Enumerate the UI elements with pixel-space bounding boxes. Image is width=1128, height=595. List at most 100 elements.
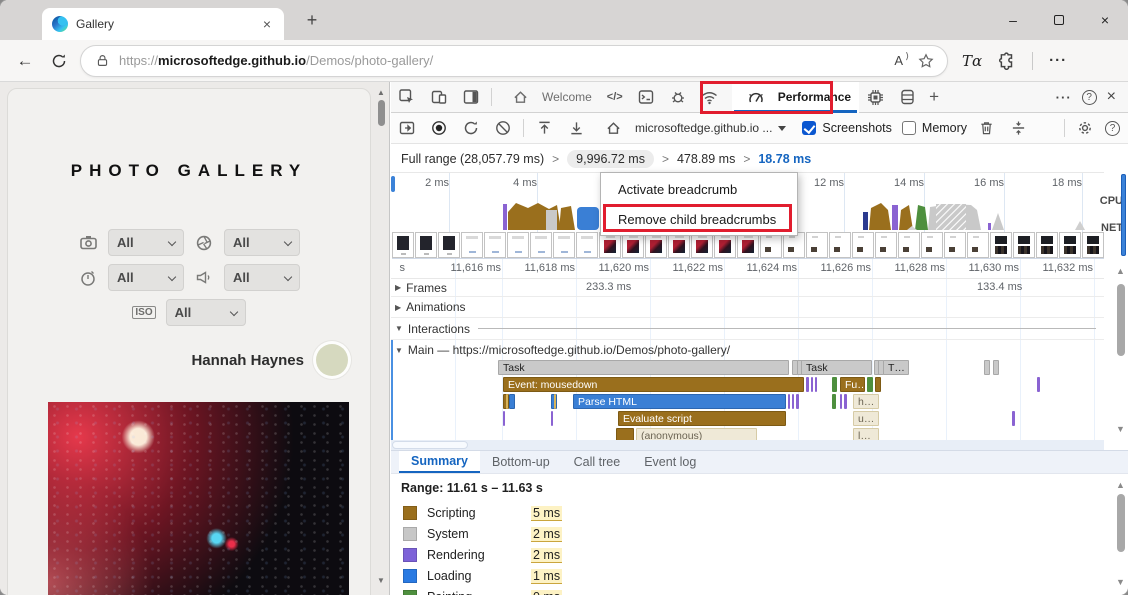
flame-bar[interactable] bbox=[840, 394, 842, 409]
track-frames[interactable]: ▶ Frames 233.3 ms 133.4 ms bbox=[391, 279, 1104, 297]
flame-bar[interactable] bbox=[792, 394, 794, 409]
screenshot-thumbnail[interactable] bbox=[944, 232, 966, 258]
scroll-down-icon[interactable]: ▼ bbox=[375, 576, 387, 585]
devtools-help-icon[interactable]: ? bbox=[1082, 90, 1097, 105]
breadcrumb-level2[interactable]: 478.89 ms bbox=[677, 152, 735, 166]
screenshot-thumbnail[interactable] bbox=[576, 232, 598, 258]
screenshot-thumbnail[interactable] bbox=[921, 232, 943, 258]
browser-tab-gallery[interactable]: Gallery × bbox=[42, 8, 284, 40]
track-main[interactable]: ▼ Main — https://microsoftedge.github.io… bbox=[391, 340, 1104, 360]
camera-filter-select[interactable]: All bbox=[108, 229, 184, 256]
network-wifi-icon[interactable] bbox=[701, 88, 719, 106]
clear-icon[interactable] bbox=[494, 119, 512, 137]
flame-bar[interactable] bbox=[993, 360, 999, 375]
trash-icon[interactable] bbox=[977, 119, 995, 137]
flame-bar[interactable] bbox=[616, 428, 634, 440]
perf-help-icon[interactable]: ? bbox=[1105, 121, 1120, 136]
flame-bar[interactable]: (anonymous) bbox=[636, 428, 757, 440]
back-button[interactable]: ← bbox=[10, 51, 40, 71]
screenshot-thumbnail[interactable] bbox=[484, 232, 506, 258]
screenshot-thumbnail[interactable] bbox=[1082, 232, 1104, 258]
settings-more-icon[interactable]: ··· bbox=[1049, 52, 1067, 69]
flame-bar[interactable] bbox=[832, 394, 836, 409]
flame-bar[interactable] bbox=[506, 394, 508, 409]
flame-bar[interactable]: Task bbox=[801, 360, 872, 375]
iso-filter-select[interactable]: All bbox=[166, 299, 246, 326]
scroll-thumb[interactable] bbox=[1117, 494, 1125, 552]
origin-select[interactable]: microsoftedge.github.io ... bbox=[635, 121, 786, 135]
flame-bar[interactable] bbox=[551, 411, 553, 426]
breadcrumb-level1[interactable]: 9,996.72 ms bbox=[567, 150, 654, 168]
menu-item-activate-breadcrumb[interactable]: Activate breadcrumb bbox=[601, 176, 797, 203]
maximize-button[interactable] bbox=[1036, 0, 1082, 40]
settings-gear-icon[interactable] bbox=[1076, 119, 1094, 137]
toggle-recording-view-icon[interactable] bbox=[398, 119, 416, 137]
legend-value[interactable]: 2 ms bbox=[531, 548, 562, 563]
devtools-more-icon[interactable]: ··· bbox=[1050, 90, 1078, 105]
flame-bar[interactable] bbox=[832, 377, 837, 392]
collapse-icon[interactable]: ▼ bbox=[395, 346, 403, 355]
screenshot-thumbnail[interactable] bbox=[990, 232, 1012, 258]
window-close-button[interactable]: × bbox=[1082, 0, 1128, 40]
scroll-thumb[interactable] bbox=[378, 100, 385, 126]
page-scrollbar[interactable]: ▲ ▼ bbox=[375, 84, 387, 593]
scroll-up-icon[interactable]: ▲ bbox=[1113, 266, 1128, 276]
aperture-filter-select[interactable]: All bbox=[224, 229, 300, 256]
legend-value[interactable]: 5 ms bbox=[531, 506, 562, 521]
flame-bar[interactable] bbox=[1037, 377, 1040, 392]
track-animations[interactable]: ▶ Animations bbox=[391, 297, 1104, 318]
scroll-up-icon[interactable]: ▲ bbox=[1113, 480, 1128, 490]
screenshot-thumbnail[interactable] bbox=[829, 232, 851, 258]
device-emulation-icon[interactable] bbox=[430, 88, 448, 106]
debugger-bug-icon[interactable] bbox=[669, 88, 687, 106]
screenshot-thumbnail[interactable] bbox=[898, 232, 920, 258]
track-interactions[interactable]: ▼ Interactions bbox=[391, 318, 1104, 340]
scroll-up-icon[interactable]: ▲ bbox=[375, 88, 387, 97]
minimize-button[interactable]: – bbox=[990, 0, 1036, 40]
flame-bar[interactable] bbox=[503, 411, 505, 426]
expand-icon[interactable]: ▶ bbox=[395, 303, 401, 312]
legend-value[interactable]: 0 ms bbox=[531, 590, 562, 595]
reload-record-icon[interactable] bbox=[462, 119, 480, 137]
gallery-photo[interactable] bbox=[48, 402, 349, 595]
avatar[interactable] bbox=[316, 344, 348, 376]
flame-bar[interactable]: Event: mousedown bbox=[503, 377, 804, 392]
scroll-down-icon[interactable]: ▼ bbox=[1113, 424, 1128, 434]
flame-bar[interactable] bbox=[811, 377, 813, 392]
breadcrumb-level3-active[interactable]: 18.78 ms bbox=[758, 152, 811, 166]
scroll-thumb[interactable] bbox=[1117, 284, 1125, 356]
screenshot-thumbnail[interactable] bbox=[507, 232, 529, 258]
tab-call-tree[interactable]: Call tree bbox=[562, 451, 633, 473]
cpu-chip-icon[interactable] bbox=[866, 88, 884, 106]
flame-bar[interactable]: T… bbox=[883, 360, 909, 375]
sources-code-icon[interactable]: </> bbox=[607, 88, 623, 106]
selection-handle-left[interactable] bbox=[391, 176, 395, 192]
load-profile-icon[interactable] bbox=[535, 119, 553, 137]
screenshot-thumbnail[interactable] bbox=[875, 232, 897, 258]
summary-scrollbar[interactable]: ▲ ▼ bbox=[1113, 474, 1128, 595]
tab-summary[interactable]: Summary bbox=[399, 451, 480, 473]
screenshot-thumbnail[interactable] bbox=[806, 232, 828, 258]
extensions-icon[interactable] bbox=[998, 52, 1016, 70]
save-profile-icon[interactable] bbox=[567, 119, 585, 137]
record-icon[interactable] bbox=[430, 119, 448, 137]
translate-icon[interactable]: Tα bbox=[962, 52, 982, 70]
console-icon[interactable] bbox=[637, 88, 655, 106]
tab-welcome[interactable]: Welcome bbox=[496, 82, 600, 113]
screenshot-thumbnail[interactable] bbox=[415, 232, 437, 258]
flame-bar[interactable]: Fu…l bbox=[840, 377, 865, 392]
flame-bar[interactable] bbox=[796, 394, 799, 409]
scroll-thumb[interactable] bbox=[392, 441, 468, 449]
devtools-close-icon[interactable]: × bbox=[1101, 88, 1122, 106]
flame-vertical-scrollbar[interactable]: ▲ ▼ bbox=[1113, 258, 1128, 440]
shutter-filter-select[interactable]: All bbox=[108, 264, 184, 291]
breadcrumb-root[interactable]: Full range (28,057.79 ms) bbox=[401, 152, 544, 166]
screenshot-thumbnail[interactable] bbox=[530, 232, 552, 258]
flame-bar[interactable] bbox=[788, 394, 790, 409]
flame-bar[interactable]: Evaluate script bbox=[618, 411, 786, 426]
legend-value[interactable]: 1 ms bbox=[531, 569, 562, 584]
tab-performance[interactable]: Performance bbox=[732, 82, 859, 113]
flame-bar[interactable]: l…_ bbox=[853, 428, 879, 440]
flame-horizontal-scrollbar[interactable] bbox=[391, 440, 1104, 450]
new-tab-button[interactable]: + bbox=[300, 10, 324, 31]
